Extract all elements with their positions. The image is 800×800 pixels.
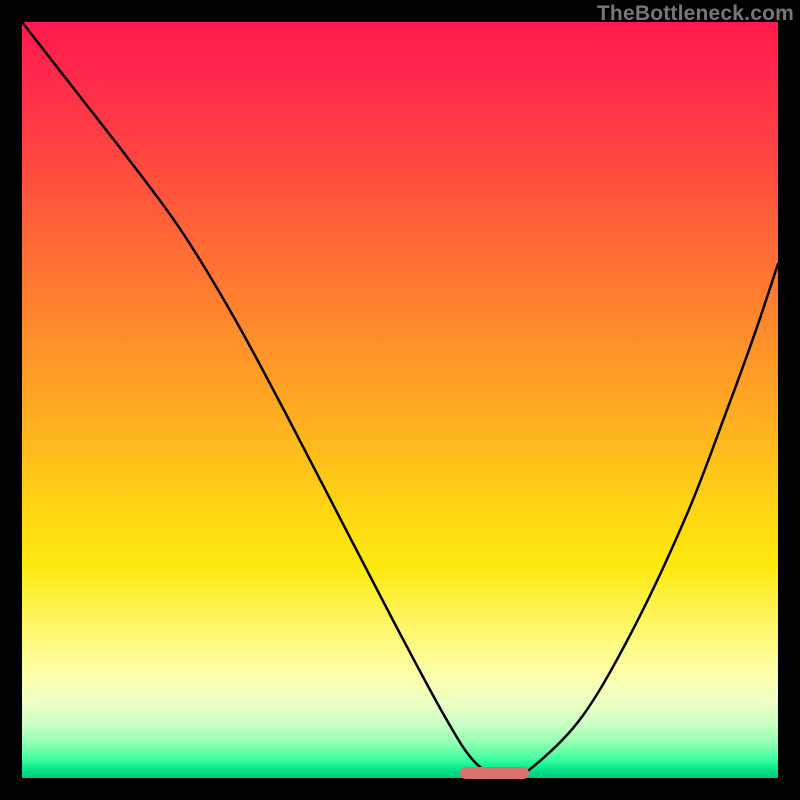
bottleneck-chart: TheBottleneck.com [0,0,800,800]
bottleneck-curve-path [22,22,778,778]
plot-area [22,22,778,778]
watermark-label: TheBottleneck.com [597,2,794,26]
curve-svg [22,22,778,778]
optimal-range-marker [460,767,528,779]
